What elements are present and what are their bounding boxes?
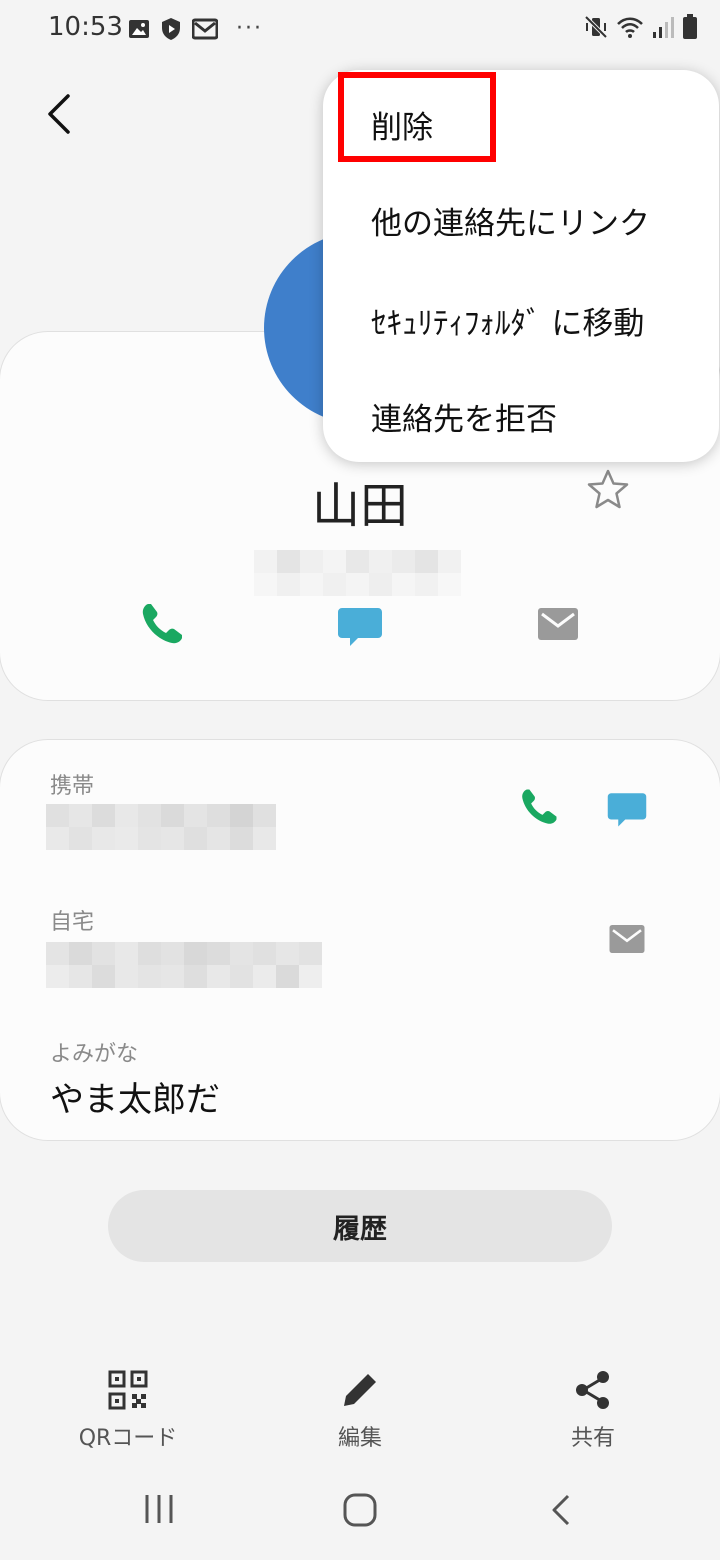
qr-code-icon	[108, 1370, 148, 1410]
call-action-phone-icon[interactable]	[138, 600, 186, 648]
email-action-mail-icon[interactable]	[534, 600, 582, 648]
qr-code-button[interactable]: QRコード	[48, 1366, 208, 1452]
redacted-home-email[interactable]	[46, 942, 322, 988]
back-icon[interactable]	[548, 1492, 576, 1528]
status-system-icons	[584, 14, 698, 40]
delete-highlight-box	[338, 72, 496, 162]
star-outline-icon[interactable]	[586, 468, 630, 510]
share-button[interactable]: 共有	[513, 1366, 673, 1452]
status-notification-icons: ···	[128, 16, 263, 41]
wifi-icon	[617, 17, 643, 38]
recents-icon[interactable]	[142, 1492, 176, 1526]
furigana-value: やま太郎だ	[50, 1080, 220, 1120]
mute-vibrate-icon	[584, 15, 608, 39]
mobile-message-icon[interactable]	[606, 788, 648, 830]
status-time: 10:53	[48, 12, 123, 42]
menu-item-move-secure-folder[interactable]: ｾｷｭﾘﾃｨﾌｫﾙﾀﾞ に移動	[371, 298, 644, 343]
menu-item-link-contact[interactable]: 他の連絡先にリンク	[371, 198, 650, 243]
home-label: 自宅	[50, 910, 95, 935]
edit-button[interactable]: 編集	[280, 1366, 440, 1452]
mobile-label: 携帯	[50, 774, 95, 799]
back-arrow-icon[interactable]	[40, 90, 84, 138]
status-bar: 10:53 ···	[0, 0, 720, 60]
redacted-mobile-number[interactable]	[46, 804, 276, 850]
share-icon	[576, 1371, 609, 1409]
image-icon	[129, 19, 149, 38]
more-icon: ···	[236, 16, 263, 41]
message-action-icon[interactable]	[336, 602, 384, 650]
signal-icon	[653, 17, 674, 38]
mobile-call-phone-icon[interactable]	[518, 786, 560, 828]
home-icon[interactable]	[342, 1492, 378, 1528]
system-navigation-bar	[0, 1470, 720, 1560]
battery-icon	[683, 14, 697, 39]
mail-icon	[192, 18, 218, 39]
home-email-mail-icon[interactable]	[606, 918, 648, 960]
redacted-phone-number	[254, 550, 461, 596]
pencil-icon	[344, 1374, 376, 1406]
furigana-label: よみがな	[50, 1042, 139, 1067]
menu-item-block-contact[interactable]: 連絡先を拒否	[371, 394, 557, 439]
shield-play-icon	[162, 17, 180, 40]
history-button[interactable]: 履歴	[108, 1190, 612, 1262]
share-label: 共有	[570, 1426, 615, 1451]
qr-code-label: QRコード	[78, 1426, 178, 1451]
edit-label: 編集	[337, 1426, 382, 1451]
